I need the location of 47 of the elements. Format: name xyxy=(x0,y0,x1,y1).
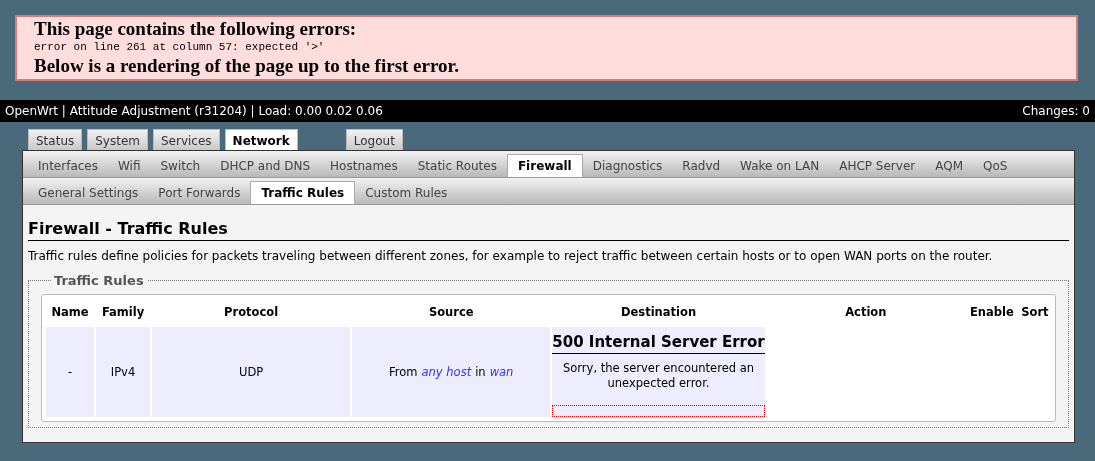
table-cell: IPv4 xyxy=(96,327,151,417)
section-tab[interactable]: General Settings xyxy=(28,182,149,204)
column-header: Source xyxy=(427,304,475,321)
source-link[interactable]: any host xyxy=(421,365,472,379)
server-error-message: Sorry, the server encountered an unexpected error. xyxy=(562,360,756,392)
sub-tab[interactable]: Interfaces xyxy=(28,155,108,177)
sub-tab[interactable]: Static Routes xyxy=(407,155,507,177)
column-header: Protocol xyxy=(223,304,280,321)
error-title: This page contains the following errors: xyxy=(34,18,358,40)
sub-tab[interactable]: Hostnames xyxy=(320,155,408,177)
error-detail: error on line 261 at column 57: expected '>' xyxy=(34,40,326,55)
fieldset-legend: Traffic Rules xyxy=(51,273,147,288)
main-tab[interactable]: Network xyxy=(224,129,298,150)
source-text: in xyxy=(475,365,486,379)
column-header: Destination xyxy=(619,304,698,321)
column-header: Family xyxy=(100,304,146,321)
section-tab[interactable]: Custom Rules xyxy=(355,182,458,204)
header-title: OpenWrt | Attitude Adjustment (r31204) | Load: 0.00 0.02 0.06 xyxy=(5,104,383,118)
column-header: Sort xyxy=(1020,304,1050,321)
sub-tab[interactable]: Wake on LAN xyxy=(730,155,830,177)
sub-tab[interactable]: DHCP and DNS xyxy=(210,155,321,177)
sub-tab[interactable]: Wifi xyxy=(108,155,151,177)
error-footer: Below is a rendering of the page up to the first error. xyxy=(34,55,1076,77)
sub-tab[interactable]: Diagnostics xyxy=(582,155,673,177)
main-tab[interactable]: Status xyxy=(28,129,83,150)
main-tab[interactable]: Logout xyxy=(345,129,403,150)
sub-tab[interactable]: Firewall xyxy=(506,154,583,177)
sub-tab[interactable]: QoS xyxy=(973,155,1018,177)
main-tab[interactable]: System xyxy=(87,129,148,150)
column-header: Enable xyxy=(969,304,1015,321)
sub-tab[interactable]: Radvd xyxy=(672,155,731,177)
page-description: Traffic rules define policies for packets traveling between different zones, for example to reject traffic between certain hosts or to open WAN ports on the router. xyxy=(28,249,994,263)
sub-tab[interactable]: AQM xyxy=(925,155,973,177)
server-error-title: 500 Internal Server Error xyxy=(552,327,765,354)
section-tab[interactable]: Traffic Rules xyxy=(250,181,356,204)
section-tab[interactable]: Port Forwards xyxy=(148,182,251,204)
main-tab[interactable]: Services xyxy=(153,129,220,150)
column-header: Action xyxy=(844,304,888,321)
table-cell: - xyxy=(46,327,94,417)
page-title: Firewall - Traffic Rules xyxy=(28,219,1069,241)
column-header: Name xyxy=(50,304,90,321)
sub-tab[interactable]: AHCP Server xyxy=(829,155,926,177)
sub-tab[interactable]: Switch xyxy=(150,155,211,177)
source-text: From xyxy=(389,365,418,379)
changes-link[interactable]: Changes: 0 xyxy=(1022,104,1090,118)
table-cell: UDP xyxy=(152,327,351,417)
source-link[interactable]: wan xyxy=(489,365,514,379)
